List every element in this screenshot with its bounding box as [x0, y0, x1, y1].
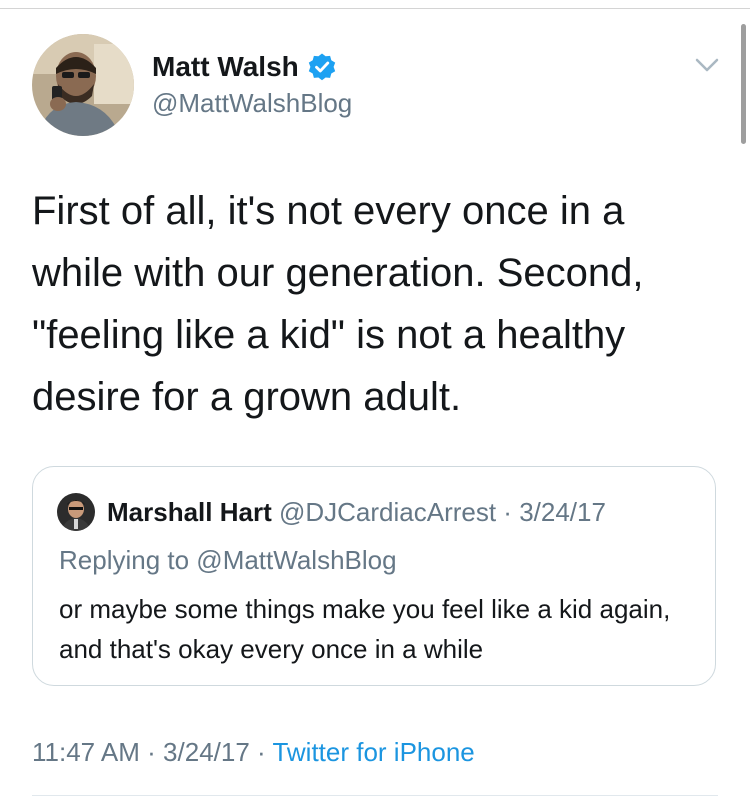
- quoted-tweet-card[interactable]: Marshall Hart @DJCardiacArrest · 3/24/17…: [32, 466, 716, 686]
- author-name-row: Matt Walsh: [152, 48, 352, 86]
- quoted-avatar-photo: [57, 493, 95, 531]
- quoted-replying-to: Replying to @MattWalshBlog: [59, 545, 397, 575]
- tweet-time[interactable]: 11:47 AM: [32, 737, 140, 767]
- tweet-source-link[interactable]: Twitter for iPhone: [272, 737, 474, 767]
- quoted-header: Marshall Hart @DJCardiacArrest · 3/24/17: [107, 495, 606, 529]
- meta-separator: ·: [249, 737, 273, 767]
- author-handle[interactable]: @MattWalshBlog: [152, 88, 352, 119]
- tweet-meta-row: 11:47 AM · 3/24/17 · Twitter for iPhone: [32, 734, 475, 770]
- quoted-date: 3/24/17: [519, 497, 606, 527]
- quoted-author-name: Marshall Hart: [107, 497, 272, 527]
- quoted-author-handle: @DJCardiacArrest: [278, 497, 497, 527]
- scroll-indicator[interactable]: [741, 24, 746, 144]
- author-block[interactable]: Matt Walsh @MattWalshBlog: [152, 48, 352, 119]
- author-name[interactable]: Matt Walsh: [152, 51, 299, 83]
- bottom-divider: [32, 795, 718, 796]
- quoted-tweet-text: or maybe some things make you feel like …: [59, 594, 671, 664]
- avatar-photo: [32, 34, 134, 136]
- author-avatar[interactable]: [32, 34, 134, 136]
- tweet-text: First of all, it's not every once in a w…: [32, 189, 644, 419]
- verified-badge-icon: [307, 52, 337, 82]
- meta-separator: ·: [139, 737, 164, 767]
- quoted-author-avatar: [57, 493, 95, 531]
- tweet-date[interactable]: 3/24/17: [163, 737, 250, 767]
- quoted-separator: ·: [496, 497, 520, 527]
- chevron-down-icon[interactable]: [692, 54, 722, 76]
- top-divider: [0, 8, 750, 9]
